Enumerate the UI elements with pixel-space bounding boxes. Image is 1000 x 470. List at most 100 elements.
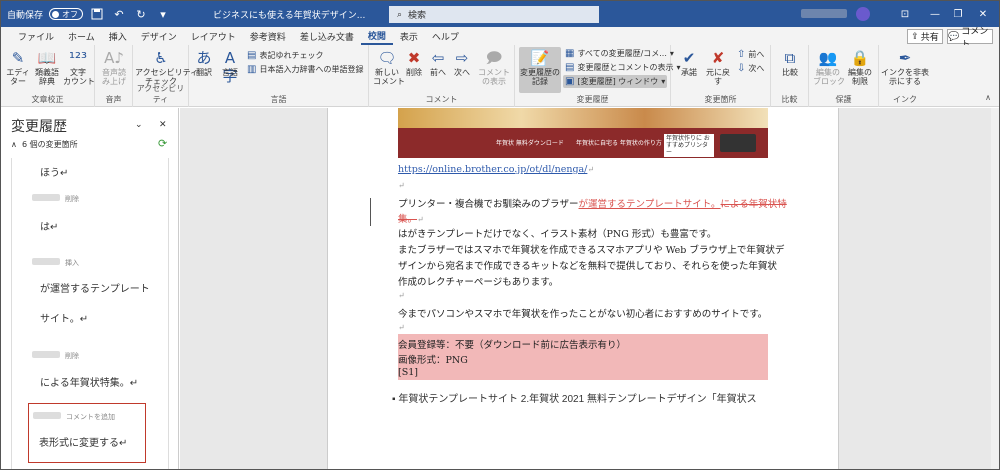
- vertical-scrollbar[interactable]: [991, 108, 999, 469]
- toggle-knob: [52, 10, 60, 18]
- next-change-button[interactable]: ⇩ 次へ: [737, 63, 764, 74]
- revision-item[interactable]: による年賀状特集。↵: [40, 374, 138, 389]
- compare-button[interactable]: ⧉ 比較: [777, 49, 803, 77]
- revision-item[interactable]: は↵: [40, 218, 58, 233]
- group-label-accessibility: アクセシビリティ: [136, 84, 185, 104]
- search-placeholder: 検索: [408, 11, 427, 21]
- autosave-state: オフ: [62, 9, 79, 19]
- new-comment-icon: 🗨: [377, 49, 397, 67]
- group-label-comments: コメント: [425, 95, 458, 104]
- reviewing-pane-button[interactable]: ▣ [変更履歴] ウィンドウ ▾: [565, 76, 665, 87]
- prev-comment-button[interactable]: ⇦ 前へ: [427, 49, 449, 77]
- read-aloud-icon: A♪: [104, 49, 124, 67]
- group-language: あ翻訳 A字 言語 ▤ 表記ゆれチェック ▥ 日本語入力辞書への単語登録 言語: [189, 45, 369, 107]
- thesaurus-button[interactable]: 📖 類義語 辞典: [33, 49, 61, 86]
- bullet-text: 年賀状テンプレートサイト 2.年賀状 2021 無料テンプレートデザイン「年賀状…: [398, 394, 757, 405]
- revision-meta: 削除: [32, 351, 79, 361]
- revision-count[interactable]: ∧ 6 個の変更箇所: [11, 139, 78, 150]
- notation-check-button[interactable]: ▤ 表記ゆれチェック: [247, 50, 323, 61]
- japanese-dict-label: 日本語入力辞書への単語登録: [259, 65, 364, 74]
- block-authors-button[interactable]: 👥 編集の ブロック: [813, 49, 845, 86]
- new-comment-button[interactable]: 🗨 新しい コメント: [373, 49, 405, 86]
- revision-count-label: 6 個の変更箇所: [21, 140, 78, 149]
- read-aloud-button[interactable]: A♪ 音声読 み上げ: [99, 49, 129, 86]
- language-button[interactable]: A字 言語: [219, 49, 241, 85]
- tab-file[interactable]: ファイル: [11, 27, 61, 45]
- compare-label: 比較: [782, 68, 798, 77]
- refresh-icon[interactable]: ⟳: [158, 137, 167, 150]
- search-icon: ⌕: [397, 9, 403, 20]
- undo-icon[interactable]: ↶: [111, 6, 127, 22]
- banner-pattern: [398, 108, 768, 128]
- markup-select-value: すべての変更履歴/コメ...: [577, 49, 667, 58]
- comments-button[interactable]: 💬コメント: [947, 27, 993, 50]
- tab-insert[interactable]: 挿入: [102, 27, 134, 45]
- revision-item[interactable]: が運営するテンプレート: [40, 280, 150, 295]
- search-box[interactable]: ⌕ 検索: [389, 6, 599, 23]
- reject-button[interactable]: ✘ 元に戻す: [703, 49, 733, 86]
- wordcount-label: 文字 カウント: [63, 68, 95, 86]
- markup-select[interactable]: ▦ すべての変更履歴/コメ... ▾: [565, 48, 674, 59]
- save-icon[interactable]: [89, 6, 105, 22]
- tab-mailings[interactable]: 差し込み文書: [293, 27, 361, 45]
- accept-button[interactable]: ✔ 承諾: [677, 49, 701, 77]
- tab-review[interactable]: 校閲: [360, 27, 393, 45]
- show-markup-button[interactable]: ▤ 変更履歴とコメントの表示 ▾: [565, 62, 680, 73]
- comment-anchor[interactable]: [S1]: [398, 367, 418, 378]
- tab-home[interactable]: ホーム: [61, 27, 102, 45]
- revision-item[interactable]: 表形式に変更する↵: [39, 434, 127, 449]
- show-markup-label: 変更履歴とコメントの表示: [577, 63, 674, 72]
- block-authors-label: 編集の ブロック: [813, 68, 845, 86]
- share-icon: ⇪: [911, 31, 919, 42]
- hide-ink-button[interactable]: ✒ インクを非表 示にする: [881, 49, 929, 86]
- dictionary-icon: ▥: [247, 64, 257, 75]
- minimize-icon[interactable]: —: [926, 6, 944, 22]
- translate-button[interactable]: あ翻訳: [193, 49, 215, 77]
- pane-close-icon[interactable]: ✕: [159, 120, 167, 130]
- tab-help[interactable]: ヘルプ: [425, 27, 466, 45]
- read-aloud-label: 音声読 み上げ: [102, 68, 126, 86]
- comment-icon: 💬: [948, 31, 960, 42]
- revision-item[interactable]: ほう↵: [40, 164, 68, 179]
- delete-comment-button[interactable]: ✖ 削除: [403, 49, 425, 77]
- markup-icon: ▦: [565, 48, 575, 59]
- editor-button[interactable]: ✎ エディ ター: [5, 49, 31, 86]
- show-comments-button[interactable]: 🗩 コメント の表示: [477, 49, 511, 86]
- accessibility-check-button[interactable]: ♿ アクセシビリティ チェック: [135, 49, 198, 86]
- change-bar: [370, 198, 371, 226]
- close-icon[interactable]: ✕: [974, 6, 992, 22]
- tab-design[interactable]: デザイン: [134, 27, 184, 45]
- wordcount-button[interactable]: ¹²³ 文字 カウント: [63, 49, 95, 86]
- next-comment-button[interactable]: ⇨ 次へ: [451, 49, 473, 77]
- group-changes: ✔ 承諾 ✘ 元に戻す ⇧ 前へ ⇩ 次へ 変更箇所: [671, 45, 771, 107]
- group-proofing: ✎ エディ ター 📖 類義語 辞典 ¹²³ 文字 カウント 文章校正: [1, 45, 95, 107]
- inserted-text[interactable]: が運営するテンプレートサイト。: [579, 199, 721, 210]
- customize-qat-icon[interactable]: ▾: [155, 6, 171, 22]
- revision-item[interactable]: サイト。↵: [40, 310, 88, 325]
- restore-icon[interactable]: ❐: [949, 6, 967, 22]
- paragraph-1: プリンター・複合機でお馴染みのブラザーが運営するテンプレートサイト。による年賀状…: [398, 196, 787, 210]
- tab-references[interactable]: 参考資料: [243, 27, 293, 45]
- prev-change-button[interactable]: ⇧ 前へ: [737, 49, 764, 60]
- document-page[interactable]: 年賀状 無料ダウンロード 年賀状に自宅る 年賀状の作り方 年賀状作りに おすすめ…: [327, 108, 839, 469]
- url-link[interactable]: https://online.brother.co.jp/ot/dl/nenga…: [398, 164, 587, 175]
- share-button[interactable]: ⇪ 共有: [907, 29, 943, 44]
- pane-options-icon[interactable]: ⌄: [135, 120, 143, 130]
- restrict-editing-button[interactable]: 🔒 編集の 制限: [845, 49, 875, 86]
- collapse-ribbon-icon[interactable]: ∧: [985, 93, 991, 102]
- avatar[interactable]: [856, 7, 870, 21]
- tab-view[interactable]: 表示: [393, 27, 425, 45]
- redo-icon[interactable]: ↻: [133, 6, 149, 22]
- group-label-compare: 比較: [781, 95, 798, 104]
- ribbon-display-icon[interactable]: ⊡: [896, 6, 914, 22]
- autosave-toggle[interactable]: オフ: [49, 8, 84, 20]
- tab-layout[interactable]: レイアウト: [184, 27, 243, 45]
- word-window: 自動保存 オフ ↶ ↻ ▾ ビジネスにも使える年賀状デザイン... ⌕ 検索 ⊡…: [0, 0, 1000, 470]
- account-name[interactable]: [801, 9, 847, 18]
- banner-link-download: 年賀状 無料ダウンロード: [496, 140, 564, 147]
- deleted-text[interactable]: による年賀状特: [721, 199, 787, 210]
- track-changes-button[interactable]: 📝 変更履歴の 記録: [519, 49, 561, 86]
- group-label-protect: 保護: [835, 95, 852, 104]
- deleted-text[interactable]: 集。: [398, 214, 417, 225]
- japanese-dict-button[interactable]: ▥ 日本語入力辞書への単語登録: [247, 64, 363, 75]
